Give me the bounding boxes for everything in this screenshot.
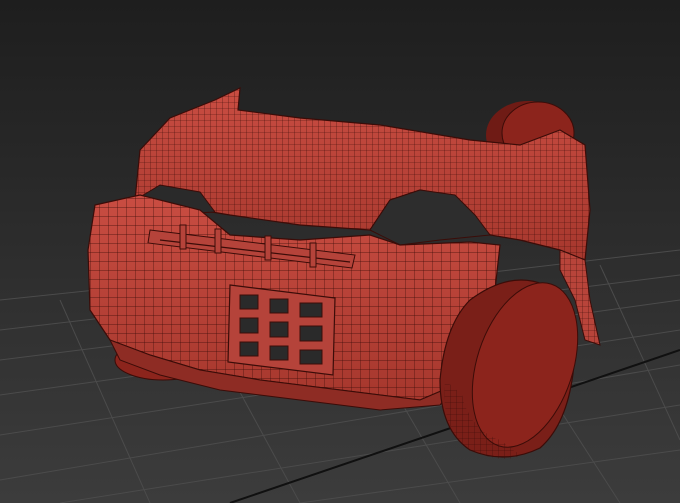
lower-grille [227, 284, 336, 376]
3d-viewport[interactable] [0, 0, 680, 503]
